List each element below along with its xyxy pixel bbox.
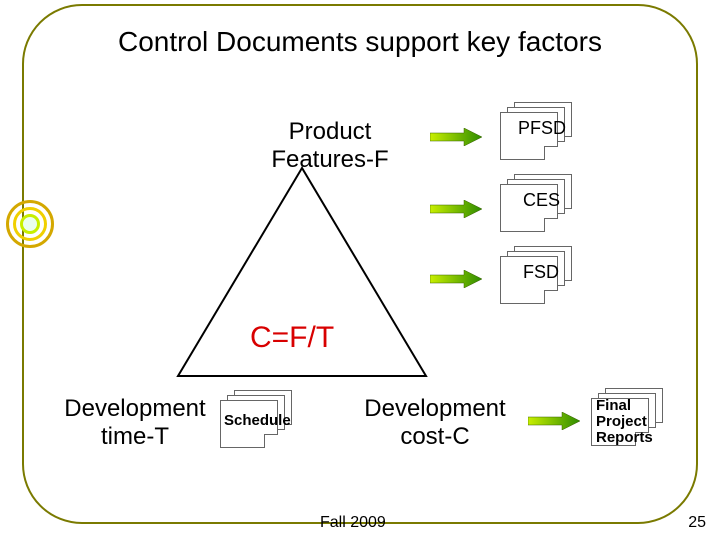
doc-label-schedule: Schedule <box>224 413 291 429</box>
footer-page-number: 25 <box>688 514 706 532</box>
doc-label-final: Final Project Reports <box>596 398 653 445</box>
dev-cost-label: Development cost-C <box>345 395 525 451</box>
bullet-icon <box>6 200 54 248</box>
footer-center: Fall 2009 <box>320 514 386 532</box>
formula-label: C=F/T <box>250 321 334 355</box>
product-features-label: Product Features-F <box>245 118 415 174</box>
arrow-icon <box>430 200 482 218</box>
doc-label-fsd: FSD <box>523 262 559 283</box>
doc-label-pfsd: PFSD <box>518 118 566 139</box>
arrow-icon <box>430 128 482 146</box>
arrow-icon <box>528 412 580 430</box>
dev-time-label: Development time-T <box>50 395 220 451</box>
slide-title: Control Documents support key factors <box>0 26 720 58</box>
arrow-icon <box>430 270 482 288</box>
doc-label-ces: CES <box>523 190 560 211</box>
